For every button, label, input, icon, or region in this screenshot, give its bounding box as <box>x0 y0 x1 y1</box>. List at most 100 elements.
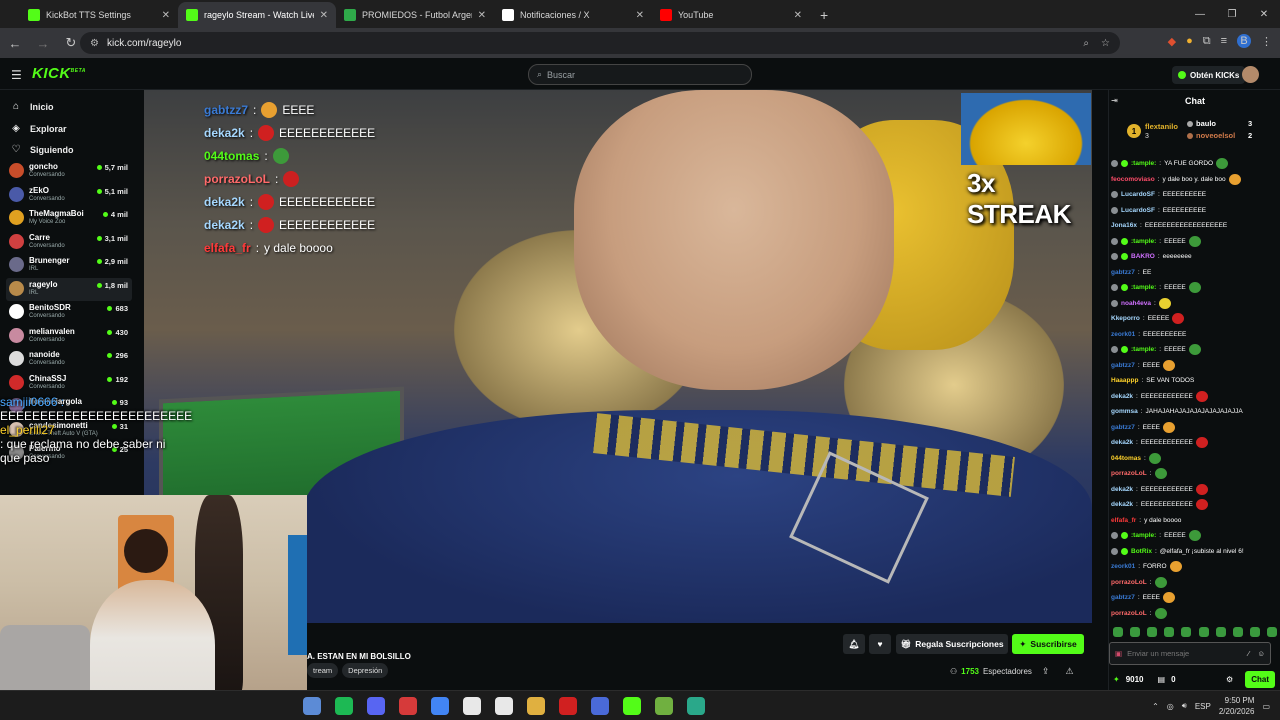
profile-avatar[interactable]: B <box>1237 34 1251 48</box>
chat-username[interactable]: porrazoLoL <box>1111 610 1147 617</box>
gift-icon[interactable]: ▣ <box>1115 649 1122 658</box>
tab-close-icon[interactable]: ✕ <box>320 10 328 21</box>
tag[interactable]: tream <box>307 663 339 678</box>
zoom-icon[interactable]: ⌕ <box>1083 38 1089 49</box>
extension-icon[interactable]: ● <box>1186 35 1193 47</box>
chat-username[interactable]: Jona16x <box>1111 222 1137 229</box>
emote-button[interactable] <box>1130 627 1141 637</box>
command-icon[interactable]: ⁄ <box>1248 649 1249 658</box>
taskbar-app-icon[interactable] <box>687 697 705 715</box>
chat-username[interactable]: :tample: <box>1131 284 1156 291</box>
sidebar-channel[interactable]: Brunenger IRL 2,9 mil <box>6 254 132 277</box>
taskbar-app-icon[interactable] <box>591 697 609 715</box>
extensions-puzzle-icon[interactable]: ⧉ <box>1203 35 1211 48</box>
user-avatar[interactable] <box>1242 66 1259 83</box>
browser-tab[interactable]: rageylo Stream - Watch Live ✕ <box>178 2 336 28</box>
chat-username[interactable]: :tample: <box>1131 238 1156 245</box>
emote-button[interactable] <box>1198 627 1209 637</box>
tab-close-icon[interactable]: ✕ <box>636 10 644 21</box>
chat-username[interactable]: porrazoLoL <box>1111 579 1147 586</box>
forward-icon[interactable]: → <box>34 36 52 51</box>
search-input[interactable]: ⌕ Buscar <box>528 64 752 85</box>
tag[interactable]: Depresión <box>342 663 389 678</box>
emote-button[interactable] <box>1164 627 1175 637</box>
clock[interactable]: 9:50 PM 2/20/2026 <box>1219 695 1255 717</box>
browser-tab[interactable]: Notificaciones / X ✕ <box>494 2 652 28</box>
nav-home[interactable]: ⌂ Inicio <box>10 101 54 112</box>
chat-settings-icon[interactable]: ⚙ <box>1226 675 1233 684</box>
sidebar-channel[interactable]: rageylo IRL 1,8 mil <box>6 277 132 301</box>
chat-username[interactable]: gommsa <box>1111 408 1138 415</box>
report-icon[interactable]: ⚠ <box>1066 666 1074 677</box>
emote-button[interactable] <box>1232 627 1243 637</box>
taskbar-app-icon[interactable] <box>399 697 417 715</box>
browser-tab[interactable]: KickBot TTS Settings ✕ <box>20 2 178 28</box>
taskbar-app-icon[interactable] <box>495 697 513 715</box>
chat-username[interactable]: deka2k <box>1111 501 1133 508</box>
site-info-icon[interactable]: ⚙ <box>90 38 99 49</box>
chat-username[interactable]: deka2k <box>1111 393 1133 400</box>
emote-button[interactable] <box>1215 627 1226 637</box>
collapse-chat-icon[interactable]: ⇥ <box>1111 90 1118 112</box>
sidebar-channel[interactable]: ChinaSSJ Conversando 192 <box>6 372 132 395</box>
gift-subs-button[interactable]: 🎁︎ Regala Suscripciones <box>896 634 1008 654</box>
taskbar-app-icon[interactable] <box>463 697 481 715</box>
tray-chevron-icon[interactable]: ⌃ <box>1152 702 1159 711</box>
tab-close-icon[interactable]: ✕ <box>162 10 170 21</box>
sidebar-channel[interactable]: TheMagmaBoi My Voice Zoo 4 mil <box>6 207 132 230</box>
browser-tab[interactable]: PROMIEDOS - Futbol Argentino ✕ <box>336 2 494 28</box>
chat-username[interactable]: zeork01 <box>1111 563 1135 570</box>
taskbar-app-icon[interactable] <box>527 697 545 715</box>
taskbar-app-icon[interactable] <box>367 697 385 715</box>
sidebar-channel[interactable]: goncho Conversando 5,7 mil <box>6 160 132 183</box>
get-kicks-button[interactable]: Obtén KICKs <box>1172 66 1246 84</box>
chat-username[interactable]: Haaappp <box>1111 377 1138 384</box>
chat-username[interactable]: LucardoSF <box>1121 207 1155 214</box>
chat-username[interactable]: BotRix <box>1131 548 1152 555</box>
restore-icon[interactable]: ❐ <box>1216 9 1248 20</box>
address-bar[interactable]: ⚙ kick.com/rageylo ⌕ ☆ <box>80 32 1120 54</box>
nav-following[interactable]: ♡ Siguiendo <box>10 144 74 155</box>
chat-username[interactable]: :tample: <box>1131 346 1156 353</box>
chat-username[interactable]: LucardoSF <box>1121 191 1155 198</box>
tab-close-icon[interactable]: ✕ <box>478 10 486 21</box>
chat-username[interactable]: elfafa_fr <box>1111 517 1136 524</box>
subscribe-button[interactable]: ✦ Suscribirse <box>1012 634 1084 654</box>
chat-username[interactable]: feocomoviaso <box>1111 176 1155 183</box>
taskbar-app-icon[interactable] <box>303 697 321 715</box>
browser-tab[interactable]: YouTube ✕ <box>652 2 810 28</box>
emote-button[interactable] <box>1181 627 1192 637</box>
back-icon[interactable]: ← <box>6 36 24 51</box>
chat-username[interactable]: BAKRO <box>1131 253 1155 260</box>
chat-username[interactable]: gabtzz7 <box>1111 594 1135 601</box>
sidebar-channel[interactable]: BenitoSDR Conversando 683 <box>6 301 132 324</box>
media-icon[interactable]: ≡ <box>1221 35 1227 47</box>
sidebar-channel[interactable]: zEkO Conversando 5,1 mil <box>6 184 132 207</box>
chat-username[interactable]: gabtzz7 <box>1111 424 1135 431</box>
emote-button[interactable] <box>1249 627 1260 637</box>
chat-username[interactable]: :tample: <box>1131 532 1156 539</box>
emote-button[interactable] <box>1266 627 1277 637</box>
close-window-icon[interactable]: ✕ <box>1248 9 1280 20</box>
notifications-button[interactable]: 🔔︎ <box>843 634 865 654</box>
taskbar-app-icon[interactable] <box>431 697 449 715</box>
taskbar-app-icon[interactable] <box>335 697 353 715</box>
sidebar-channel[interactable]: nanoide Conversando 296 <box>6 348 132 371</box>
share-icon[interactable]: ⇪ <box>1042 666 1050 677</box>
reload-icon[interactable]: ↻ <box>62 35 80 51</box>
taskbar-app-icon[interactable] <box>623 697 641 715</box>
taskbar-app-icon[interactable] <box>655 697 673 715</box>
chat-username[interactable]: :tample: <box>1131 160 1156 167</box>
sidebar-channel[interactable]: melianvalen Conversando 430 <box>6 325 132 348</box>
chat-username[interactable]: deka2k <box>1111 486 1133 493</box>
follow-button[interactable]: ♥ <box>869 634 891 654</box>
kick-logo[interactable]: KICKBETA <box>32 65 86 82</box>
volume-icon[interactable]: 🔊︎ <box>1182 701 1187 711</box>
chat-username[interactable]: Kkeporro <box>1111 315 1140 322</box>
chat-username[interactable]: 044tomas <box>1111 455 1141 462</box>
notifications-icon[interactable]: ▭ <box>1262 702 1270 711</box>
sidebar-channel[interactable]: Carre Conversando 3,1 mil <box>6 231 132 254</box>
chat-input[interactable]: ▣ Enviar un mensaje ⁄ ☺ <box>1109 642 1271 665</box>
chat-username[interactable]: deka2k <box>1111 439 1133 446</box>
minimize-icon[interactable]: — <box>1184 9 1216 20</box>
